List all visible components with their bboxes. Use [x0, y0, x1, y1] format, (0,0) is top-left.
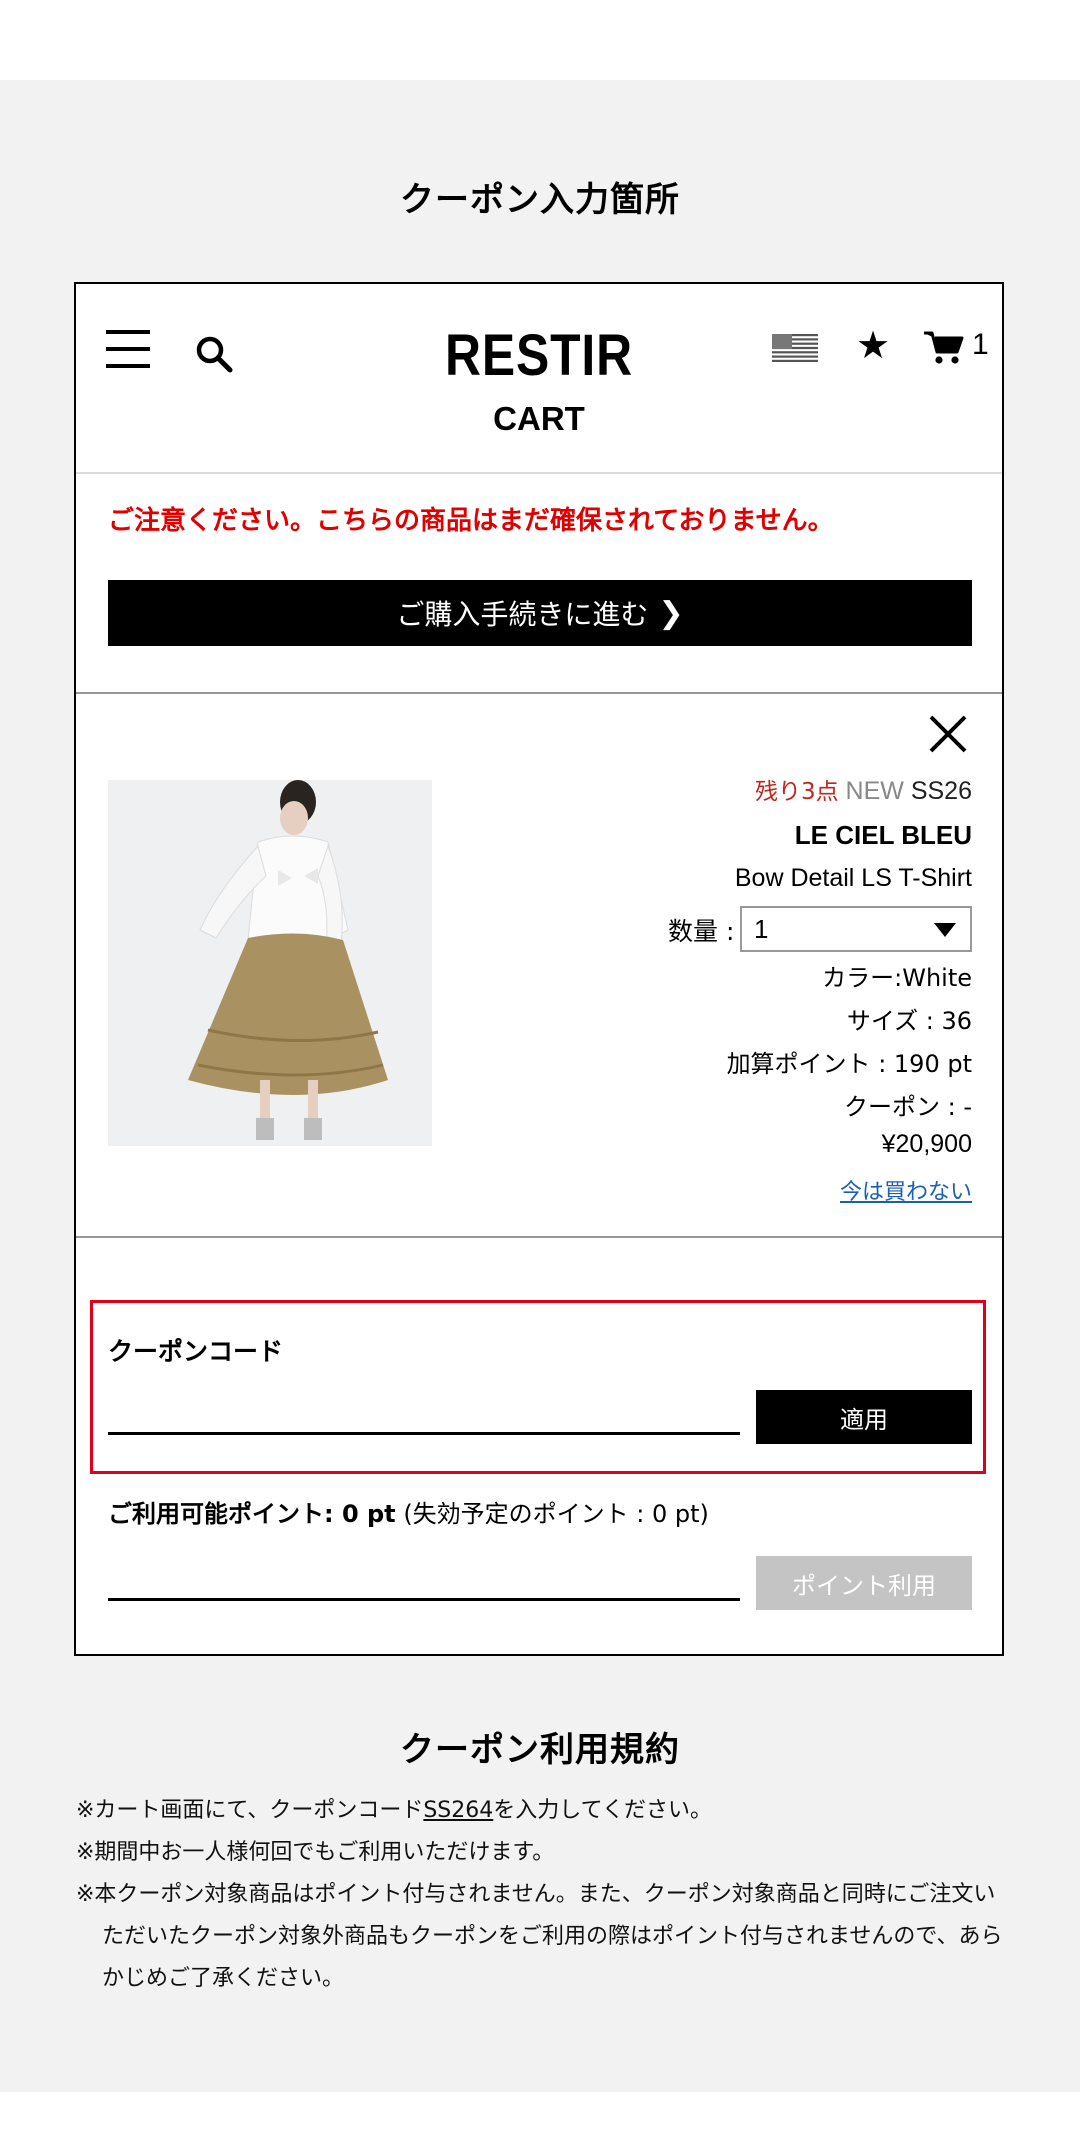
product-image[interactable] — [108, 780, 432, 1146]
quantity-value: 1 — [754, 914, 769, 944]
product-size: サイズ : 36 — [846, 1007, 972, 1035]
page-footer-space — [0, 2092, 1080, 2144]
product-coupon: クーポン : - — [843, 1093, 972, 1121]
not-buy-now-link[interactable]: 今は買わない — [840, 1180, 972, 1205]
remaining-stock-label: 残り3点 — [754, 779, 839, 805]
cart-icon[interactable] — [924, 330, 964, 366]
expiring-points-label: (失効予定のポイント : 0 pt) — [403, 1500, 709, 1528]
apply-coupon-button[interactable]: 適用 — [756, 1390, 972, 1444]
terms-line-1-text-end: を入力してください。 — [493, 1798, 712, 1823]
chevron-right-icon: ❯ — [658, 595, 684, 631]
points-input[interactable] — [108, 1554, 740, 1601]
product-price: ¥20,900 — [881, 1130, 972, 1158]
product-brand[interactable]: LE CIEL BLEU — [795, 820, 972, 851]
header-divider — [76, 472, 1002, 474]
us-flag-icon[interactable] — [772, 334, 818, 362]
favorites-star-icon[interactable]: ★ — [856, 326, 890, 364]
cart-warning-message: ご注意ください。こちらの商品はまだ確保されておりません。 — [108, 506, 834, 536]
not-buy-row: 今は買わない — [840, 1174, 972, 1206]
coupon-terms: ※カート画面にて、クーポンコードSS264を入力してください。 ※期間中お一人様… — [76, 1790, 1006, 2000]
item-tags: 残り3点 NEW SS26 — [755, 772, 972, 806]
section-title-coupon-terms: クーポン利用規約 — [400, 1730, 680, 1770]
new-tag: NEW — [845, 777, 904, 805]
section-divider — [76, 692, 1002, 694]
product-points: 加算ポイント : 190 pt — [726, 1050, 972, 1078]
page-heading-cart: CART — [493, 400, 585, 437]
season-tag: SS26 — [910, 777, 972, 805]
quantity-label: 数量 : — [668, 917, 735, 946]
product-color: カラー:White — [822, 964, 972, 992]
product-name[interactable]: Bow Detail LS T-Shirt — [735, 864, 972, 893]
quantity-select[interactable]: 1 — [740, 906, 972, 952]
use-points-button[interactable]: ポイント利用 — [756, 1556, 972, 1610]
coupon-highlight-box — [90, 1300, 986, 1474]
available-points-label: ご利用可能ポイント: 0 pt — [108, 1500, 396, 1528]
section-title-coupon-input: クーポン入力箇所 — [400, 180, 680, 220]
cart-screenshot-frame: RESTIR CART ★ 1 ご注意ください。こちらの商品はまだ確保されており… — [74, 282, 1004, 1656]
terms-line-1-text: ※カート画面にて、クーポンコード — [76, 1798, 424, 1823]
product-photo-illustration — [108, 780, 432, 1146]
proceed-checkout-label: ご購入手続きに進む — [396, 598, 649, 631]
coupon-code-input[interactable] — [108, 1388, 740, 1435]
terms-line-1: ※カート画面にて、クーポンコードSS264を入力してください。 — [76, 1790, 1006, 1832]
terms-line-3: ※本クーポン対象商品はポイント付与されません。また、クーポン対象商品と同時にご注… — [76, 1882, 1003, 1991]
section-divider — [76, 1236, 1002, 1238]
coupon-code-text: SS264 — [423, 1798, 494, 1823]
proceed-checkout-button[interactable]: ご購入手続きに進む ❯ — [108, 580, 972, 646]
coupon-code-label: クーポンコード — [108, 1337, 284, 1366]
dropdown-arrow-icon — [934, 923, 956, 937]
remove-item-close-icon[interactable] — [928, 714, 968, 754]
available-points-line: ご利用可能ポイント: 0 pt (失効予定のポイント : 0 pt) — [108, 1494, 709, 1529]
terms-line-2: ※期間中お一人様何回でもご利用いただけます。 — [76, 1840, 555, 1865]
cart-count-badge: 1 — [972, 328, 989, 361]
